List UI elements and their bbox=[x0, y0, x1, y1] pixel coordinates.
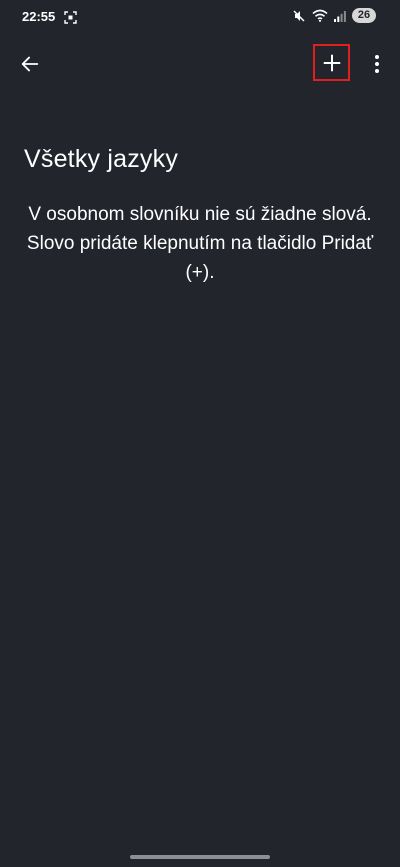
screenshot-icon bbox=[64, 11, 77, 24]
add-word-button[interactable] bbox=[313, 44, 350, 81]
page-title: Všetky jazyky bbox=[24, 145, 179, 173]
home-indicator[interactable] bbox=[130, 855, 270, 859]
plus-icon bbox=[323, 54, 340, 71]
arrow-back-icon bbox=[21, 56, 39, 72]
status-icons: 26 bbox=[292, 8, 376, 23]
empty-state-message: V osobnom slovníku nie sú žiadne slová. … bbox=[26, 204, 374, 283]
battery-icon: 26 bbox=[352, 8, 376, 23]
more-vert-icon bbox=[375, 55, 379, 73]
signal-icon bbox=[334, 10, 346, 22]
more-options-button[interactable] bbox=[362, 46, 392, 82]
status-time: 22:55 bbox=[22, 9, 56, 24]
wifi-icon bbox=[312, 9, 328, 22]
status-bar: 22:55 26 bbox=[0, 0, 400, 36]
back-button[interactable] bbox=[10, 44, 50, 84]
mute-icon bbox=[293, 9, 305, 22]
top-app-bar bbox=[0, 36, 400, 92]
